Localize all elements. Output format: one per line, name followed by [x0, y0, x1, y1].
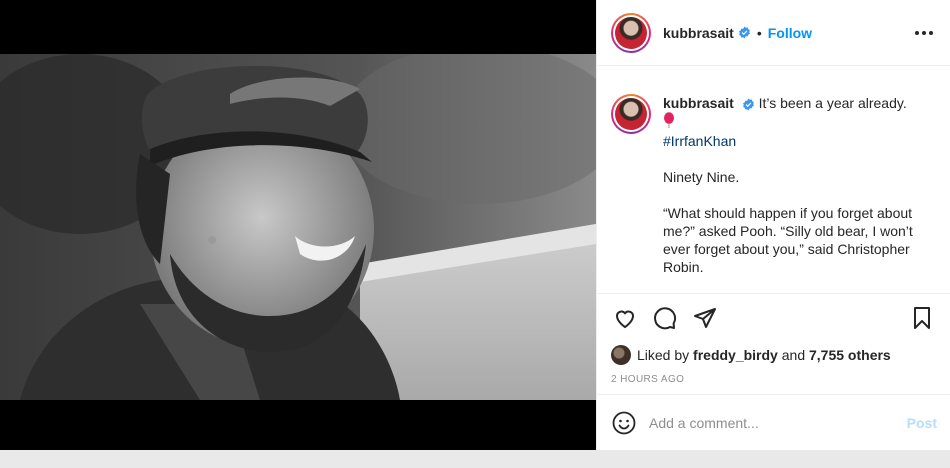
instagram-post-modal: kubbrasait • Follow kubbrasait It’s been…: [0, 0, 950, 468]
post-image-graphic: [0, 54, 596, 400]
post-header: kubbrasait • Follow: [597, 0, 950, 66]
caption-line-3: “What should happen if you forget about …: [663, 205, 913, 275]
caption-author-avatar[interactable]: [611, 94, 651, 134]
page-background-strip: [0, 450, 950, 468]
author-avatar[interactable]: [611, 12, 651, 53]
likes-conj: and: [781, 347, 806, 363]
bookmark-icon[interactable]: [908, 304, 936, 332]
comment-icon[interactable]: [651, 304, 679, 332]
post-comment-button[interactable]: Post: [907, 415, 937, 431]
comment-input[interactable]: [649, 414, 907, 431]
post-sidebar: kubbrasait • Follow kubbrasait It’s been…: [596, 0, 950, 450]
caption-area: kubbrasait It’s been a year already. #Ir…: [597, 66, 950, 294]
smiley-icon[interactable]: [611, 410, 637, 436]
verified-badge-icon: [742, 98, 754, 111]
liker-avatar[interactable]: [611, 345, 631, 365]
more-options-icon[interactable]: [912, 30, 936, 35]
post-image[interactable]: [0, 54, 596, 400]
caption-username[interactable]: kubbrasait: [663, 95, 734, 111]
action-bar: [597, 294, 950, 342]
heart-icon[interactable]: [611, 304, 639, 332]
caption-line-2: Ninety Nine.: [663, 169, 740, 185]
verified-badge-icon: [738, 26, 750, 39]
separator-dot: •: [756, 24, 762, 41]
caption-text: kubbrasait It’s been a year already. #Ir…: [663, 94, 936, 293]
photo-area: [0, 0, 596, 450]
author-username[interactable]: kubbrasait: [663, 25, 734, 41]
balloon-icon: [664, 112, 674, 128]
hashtag-link[interactable]: #IrrfanKhan: [663, 133, 736, 149]
likes-prefix: Liked by: [637, 347, 690, 363]
likes-count-link[interactable]: 7,755 others: [809, 347, 891, 363]
comment-box: Post: [597, 394, 950, 450]
share-icon[interactable]: [691, 304, 719, 332]
caption-line-1: It’s been a year already.: [758, 95, 907, 111]
follow-button[interactable]: Follow: [768, 25, 812, 41]
likes-summary: Liked by freddy_birdy and 7,755 others: [597, 342, 950, 368]
liker-username[interactable]: freddy_birdy: [693, 347, 778, 363]
